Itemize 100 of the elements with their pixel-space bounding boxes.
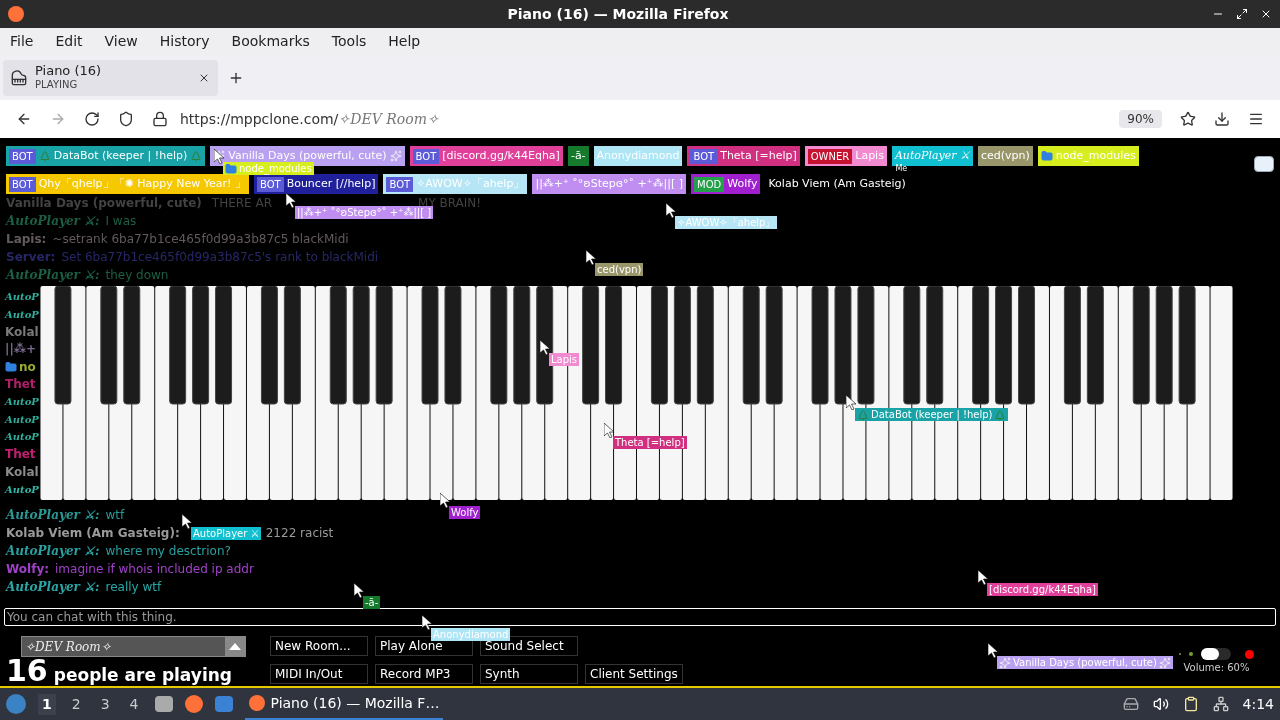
volume-icon[interactable] <box>1152 696 1169 712</box>
maximize-icon[interactable] <box>1236 8 1248 20</box>
chat-message: really wtf <box>105 579 162 596</box>
tab-status: PLAYING <box>35 77 79 92</box>
menu-button[interactable]: New Room... <box>270 636 368 656</box>
chat-author: ||⁂+ <box>5 341 37 359</box>
menu-icon[interactable] <box>1248 111 1264 127</box>
participant-name: Theta [=help] <box>720 147 797 164</box>
menu-button[interactable]: Synth <box>480 663 578 684</box>
menu-item[interactable]: History <box>159 31 210 52</box>
chat-author: AutoP <box>5 430 40 445</box>
rank-tag: OWNER <box>807 148 853 164</box>
cursor-label: Anonydiamond <box>431 628 511 641</box>
participant-tag[interactable]: MOD Wolfy <box>691 174 761 194</box>
drive-icon[interactable] <box>1122 696 1139 712</box>
chat-author: AutoP <box>5 482 40 497</box>
participant-name: Bouncer [//help] <box>286 175 376 192</box>
menu-item[interactable]: Edit <box>55 31 83 52</box>
bookmark-star-icon[interactable] <box>1180 111 1196 127</box>
participant-name: ✧AWOW✧「ahelp」 <box>416 175 525 192</box>
network-icon[interactable] <box>1212 696 1229 712</box>
chat-input[interactable]: You can chat with this thing. <box>4 608 1276 626</box>
menu-item[interactable]: Tools <box>331 31 367 52</box>
chat-author: Server: <box>6 249 56 266</box>
mouse-cursor-icon <box>604 423 615 438</box>
participant-tag[interactable]: BOT ✧AWOW✧「ahelp」 <box>383 174 528 194</box>
menu-item[interactable]: View <box>104 31 138 52</box>
chat-author: AutoPlayer ⚔: <box>6 267 100 284</box>
cursor-label: Wolfy <box>449 506 481 519</box>
download-icon[interactable] <box>1214 111 1230 127</box>
close-icon[interactable] <box>1260 8 1272 20</box>
cursor-label: node_modules <box>223 162 314 175</box>
mouse-cursor-icon <box>666 203 677 218</box>
rank-tag: BOT <box>9 148 36 164</box>
chat-message: ~setrank 6ba77b1ce465f0d99a3b87c5 blackMidi <box>52 231 349 248</box>
piano-keyboard-drawing[interactable] <box>40 286 1233 500</box>
address-field[interactable]: https://mppclone.com/✧DEV Room✧ 90% <box>152 108 1162 130</box>
piano-icon <box>11 69 27 86</box>
clock: 4:14 <box>1242 694 1274 714</box>
cursor-label: ✧AWOW✧「ahelp」 <box>675 216 778 229</box>
room-dropdown[interactable]: ✧DEV Room✧ <box>21 636 246 657</box>
chat-message: Set 6ba77b1ce465f0d99a3b87c5's rank to blackMidi <box>61 249 379 266</box>
workspace-button[interactable]: 3 <box>96 693 114 715</box>
chat-author: Thet <box>5 376 36 394</box>
volume-knob[interactable] <box>1201 648 1219 660</box>
player-count-label: people are playing <box>53 667 232 684</box>
cursor-label: ced(vpn) <box>595 263 644 276</box>
participant-name: Qhy「qhelp」「✺ Happy New Year! 」 <box>38 175 246 192</box>
menu-item[interactable]: Bookmarks <box>231 31 310 52</box>
taskbar-task[interactable]: Piano (16) — Mozilla F… <box>244 688 444 720</box>
participant-tag[interactable]: BOT [discord.gg/k44Eqha] <box>409 146 563 166</box>
chat-message: I was <box>105 213 137 230</box>
chat-message: THERE AR <box>211 195 273 212</box>
participant-tag[interactable]: BOT Bouncer [//help] <box>253 174 379 194</box>
cursor-label: Lapis <box>549 353 580 366</box>
participant-name: DataBot (keeper | !help) <box>53 147 188 164</box>
window-title: Piano (16) — Mozilla Firefox <box>506 4 730 24</box>
chat-author: Thet <box>5 446 36 464</box>
mouse-cursor-icon <box>286 193 297 208</box>
mouse-cursor-icon <box>988 643 999 658</box>
url-text: https://mppclone.com/✧DEV Room✧ <box>180 109 440 129</box>
rank-tag: BOT <box>9 176 36 192</box>
window-icon[interactable] <box>214 696 233 712</box>
menu-button[interactable]: Record MP3 <box>375 663 473 684</box>
menu-item[interactable]: File <box>10 31 34 52</box>
participant-tag[interactable]: BOT Theta [=help] <box>687 146 800 166</box>
lock-icon <box>152 111 168 127</box>
zoom-level[interactable]: 90% <box>1119 110 1162 128</box>
cursor-label: Theta [=help] <box>613 436 687 449</box>
chat-author: AutoPlayer ⚔: <box>6 579 100 596</box>
menu-item[interactable]: Help <box>388 31 421 52</box>
shield-icon[interactable] <box>118 111 134 127</box>
dropdown-caret-icon <box>225 637 245 656</box>
mouse-cursor-icon <box>846 395 857 410</box>
participant-tag[interactable]: BOT DataBot (keeper | !help) <box>6 146 206 166</box>
menu-button[interactable]: Client Settings <box>585 663 683 684</box>
chat-author: AutoPlayer ⚔: <box>6 213 100 230</box>
chat-author: no <box>19 358 36 376</box>
browser-tab[interactable]: Piano (16) PLAYING <box>3 59 218 96</box>
chat-message: 2122 racist <box>265 525 334 542</box>
chat-author: AutoP <box>5 395 40 410</box>
start-menu-icon[interactable] <box>6 694 26 714</box>
menu-button[interactable]: MIDI In/Out <box>270 663 368 684</box>
workspace-button[interactable]: 2 <box>67 693 85 715</box>
workspace-button[interactable]: 4 <box>125 693 143 715</box>
participant-name: Vanilla Days (powerful, cute) <box>228 147 387 164</box>
chat-message: where my desctrion? <box>105 543 231 560</box>
cursor-label: AutoPlayer ⚔ <box>191 527 262 540</box>
back-icon[interactable] <box>16 111 32 127</box>
clipboard-icon[interactable] <box>1182 696 1199 712</box>
participant-tag[interactable]: BOT Qhy「qhelp」「✺ Happy New Year! 」 <box>6 174 249 194</box>
cursor-label: Vanilla Days (powerful, cute) <box>997 656 1173 669</box>
mouse-cursor-icon <box>422 615 433 630</box>
chat-author: Kolal <box>5 323 39 341</box>
reload-icon[interactable] <box>84 111 100 127</box>
workspace-button[interactable]: 1 <box>38 693 56 715</box>
rank-tag: BOT <box>412 148 440 164</box>
participant-tag[interactable]: OWNER Lapis <box>804 146 887 166</box>
participant-name: [discord.gg/k44Eqha] <box>442 147 560 164</box>
cursor-label: DataBot (keeper | !help) <box>855 408 1009 421</box>
